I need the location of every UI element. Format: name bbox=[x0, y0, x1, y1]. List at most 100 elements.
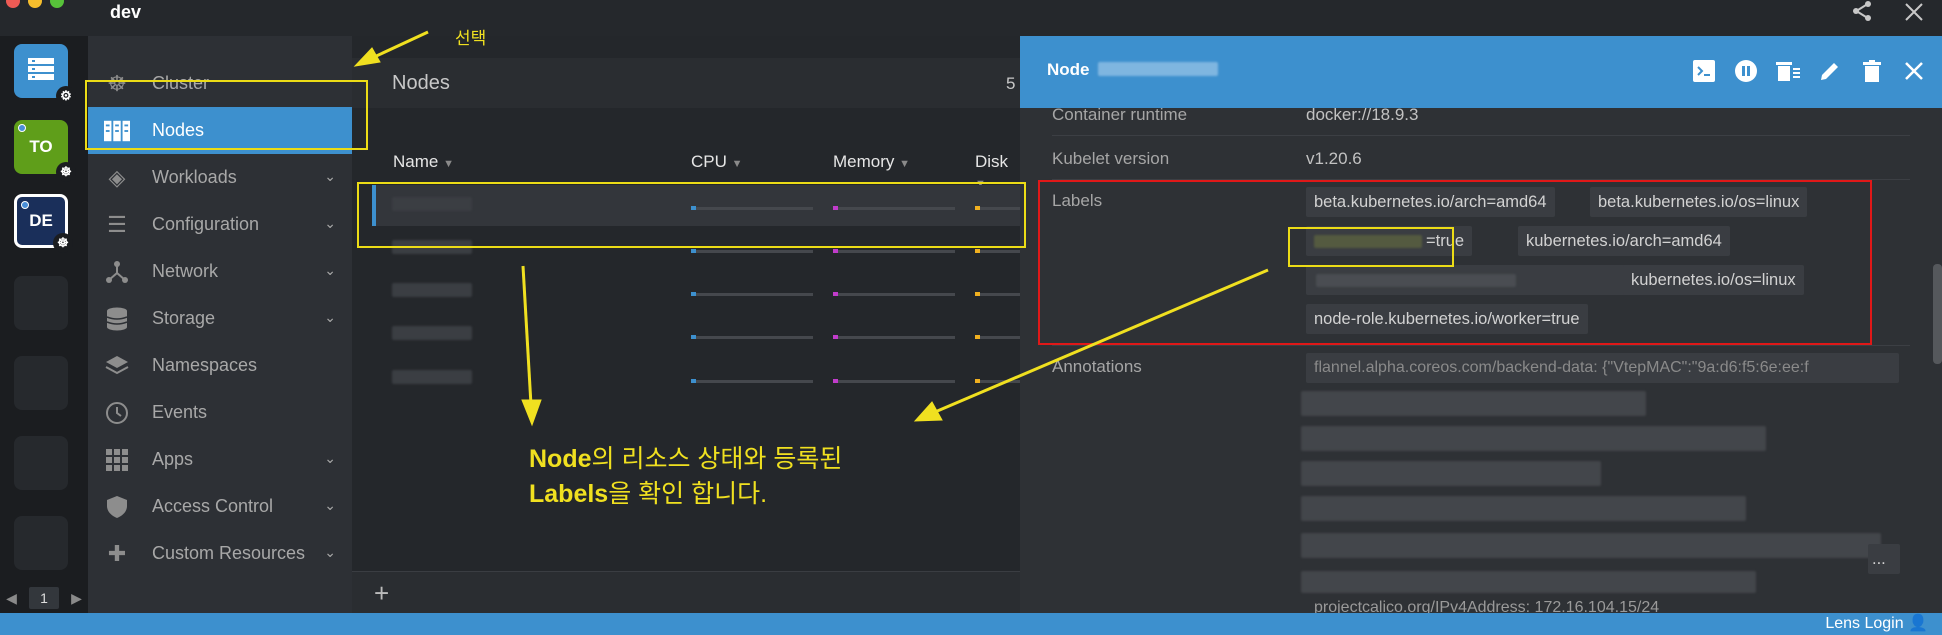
disk-bar bbox=[975, 249, 1020, 253]
cluster-title: dev bbox=[110, 2, 142, 22]
annotation-redacted bbox=[1301, 391, 1646, 416]
prev-page-icon[interactable]: ◀ bbox=[6, 590, 17, 607]
cpu-bar bbox=[691, 335, 813, 339]
annotation-chip: flannel.alpha.coreos.com/backend-data: {… bbox=[1306, 353, 1899, 383]
hotbar-empty-slot[interactable] bbox=[14, 516, 68, 570]
sidebar-item-network[interactable]: Network ⌄ bbox=[88, 248, 352, 295]
hotbar-cluster-to[interactable]: TO ☸ bbox=[14, 120, 76, 182]
annotation-bold: Labels bbox=[529, 480, 609, 508]
scrollbar[interactable] bbox=[1933, 264, 1942, 364]
divider bbox=[1052, 345, 1910, 346]
title-bar: dev bbox=[0, 0, 1942, 36]
hotbar-empty-slot[interactable] bbox=[14, 436, 68, 490]
memory-bar bbox=[833, 379, 955, 383]
hotbar: ⚙ TO ☸ DE ☸ bbox=[0, 36, 88, 613]
annotation-rest: 을 확인 합니다. bbox=[608, 480, 768, 508]
nodes-header: Nodes 5 bbox=[352, 58, 1020, 108]
database-icon bbox=[104, 306, 130, 332]
sidebar-item-workloads[interactable]: ◈ Workloads ⌄ bbox=[88, 154, 352, 201]
sidebar-item-custom-resources[interactable]: ✚ Custom Resources ⌄ bbox=[88, 530, 352, 577]
sidebar-item-events[interactable]: Events bbox=[88, 389, 352, 436]
edit-icon[interactable] bbox=[1818, 56, 1842, 86]
hotbar-empty-slot[interactable] bbox=[14, 276, 68, 330]
lens-login-button[interactable]: Lens Login 👤 bbox=[1825, 613, 1928, 635]
column-label: CPU bbox=[691, 152, 727, 171]
helm-badge-icon: ☸ bbox=[56, 162, 76, 182]
page-title: Nodes bbox=[392, 72, 450, 94]
add-tab-button[interactable]: + bbox=[374, 578, 389, 609]
sidebar-item-label: Workloads bbox=[152, 167, 237, 187]
hotbar-empty-slot[interactable] bbox=[14, 356, 68, 410]
column-label: Memory bbox=[833, 152, 895, 171]
helm-badge-icon: ☸ bbox=[53, 233, 73, 253]
share-icon[interactable] bbox=[1850, 0, 1874, 29]
column-label: Disk bbox=[975, 152, 1009, 171]
highlight-node-row bbox=[357, 182, 1026, 248]
list-icon: ☰ bbox=[107, 211, 127, 237]
container-runtime-value: docker://18.9.3 bbox=[1306, 105, 1419, 124]
disk-bar bbox=[975, 335, 1020, 339]
terminal-icon[interactable] bbox=[1692, 56, 1716, 86]
column-memory[interactable]: Memory ▼ bbox=[833, 152, 910, 172]
disk-bar bbox=[975, 379, 1020, 383]
sidebar-item-configuration[interactable]: ☰ Configuration ⌄ bbox=[88, 201, 352, 248]
maximize-window-button[interactable] bbox=[50, 0, 64, 8]
node-name-redacted bbox=[392, 326, 472, 340]
sidebar-item-namespaces[interactable]: Namespaces bbox=[88, 342, 352, 389]
annotation-redacted bbox=[1301, 571, 1756, 593]
kubelet-version-label: Kubelet version bbox=[1052, 149, 1170, 168]
annotation-more[interactable]: ... bbox=[1868, 544, 1900, 574]
disk-bar bbox=[975, 292, 1020, 296]
close-drawer-icon[interactable] bbox=[1902, 56, 1926, 86]
chevron-down-icon: ⌄ bbox=[324, 262, 336, 278]
sidebar-item-label: Storage bbox=[152, 308, 216, 328]
annotation-redacted bbox=[1301, 496, 1746, 521]
hotbar-cluster-de[interactable]: DE ☸ bbox=[14, 194, 73, 253]
puzzle-icon: ✚ bbox=[107, 540, 127, 566]
column-cpu[interactable]: CPU ▼ bbox=[691, 152, 743, 172]
annotations-label: Annotations bbox=[1052, 357, 1142, 376]
close-icon[interactable] bbox=[1904, 2, 1924, 27]
annotation-rest: 의 리소스 상태와 등록된 bbox=[591, 445, 843, 473]
cpu-bar bbox=[691, 292, 813, 296]
nodes-panel: Nodes 5 Name ▼ CPU ▼ Memory ▼ Disk ▼ + bbox=[352, 36, 1020, 613]
chevron-down-icon: ⌄ bbox=[324, 309, 336, 325]
annotation-redacted bbox=[1301, 426, 1766, 451]
drawer-title: Node bbox=[1047, 60, 1090, 79]
status-bar: Lens Login 👤 bbox=[0, 613, 1942, 635]
minimize-window-button[interactable] bbox=[28, 0, 42, 8]
status-dot bbox=[21, 201, 29, 209]
node-name-redacted bbox=[1098, 62, 1218, 76]
shield-icon bbox=[104, 494, 130, 520]
clock-icon bbox=[104, 400, 130, 426]
annotation-text-partial: projectcalico.org/IPv4Address: 172.16.10… bbox=[1314, 599, 1660, 613]
sort-icon: ▼ bbox=[731, 158, 743, 170]
cpu-bar bbox=[691, 249, 813, 253]
catalog-button[interactable]: ⚙ bbox=[14, 44, 76, 106]
chevron-down-icon: ⌄ bbox=[324, 450, 336, 466]
cpu-bar bbox=[691, 379, 813, 383]
hotbar-cluster-label: TO bbox=[29, 137, 53, 156]
sidebar-item-storage[interactable]: Storage ⌄ bbox=[88, 295, 352, 342]
delete-icon[interactable] bbox=[1860, 56, 1884, 86]
drawer-header: Node bbox=[1020, 36, 1942, 108]
container-runtime-label: Container runtime bbox=[1052, 105, 1188, 124]
close-window-button[interactable] bbox=[6, 0, 20, 8]
sidebar-item-label: Apps bbox=[152, 449, 194, 469]
gear-icon: ⚙ bbox=[56, 86, 76, 106]
drain-icon[interactable] bbox=[1776, 56, 1800, 86]
lens-login-label: Lens Login bbox=[1825, 615, 1904, 632]
layers-icon bbox=[104, 353, 130, 379]
column-name[interactable]: Name ▼ bbox=[393, 152, 454, 172]
sidebar-item-label: Configuration bbox=[152, 214, 260, 234]
next-page-icon[interactable]: ▶ bbox=[71, 590, 82, 607]
annotation-redacted bbox=[1301, 461, 1601, 486]
sidebar-item-access-control[interactable]: Access Control ⌄ bbox=[88, 483, 352, 530]
apps-grid-icon bbox=[104, 447, 130, 473]
pause-icon[interactable] bbox=[1734, 56, 1758, 86]
cubes-icon: ◈ bbox=[108, 164, 126, 190]
hotbar-pager: ◀ 1 ▶ bbox=[0, 583, 88, 613]
sidebar-item-apps[interactable]: Apps ⌄ bbox=[88, 436, 352, 483]
node-name-redacted bbox=[392, 283, 472, 297]
catalog-icon bbox=[28, 57, 54, 85]
